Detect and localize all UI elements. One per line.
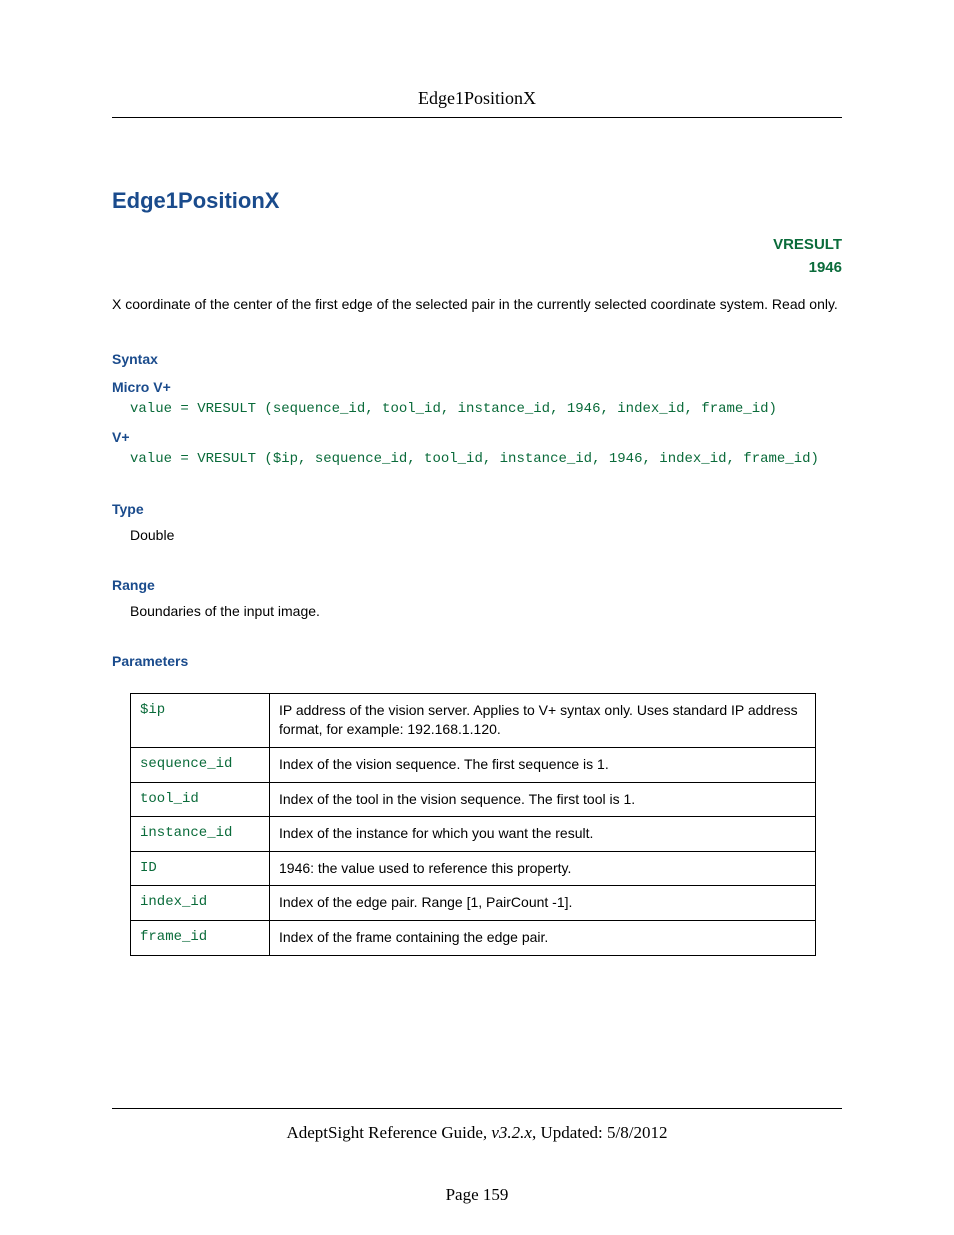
table-row: sequence_id Index of the vision sequence… <box>131 747 816 782</box>
range-value: Boundaries of the input image. <box>130 603 842 619</box>
footer-doc-title: AdeptSight Reference Guide <box>286 1123 482 1142</box>
page-footer: AdeptSight Reference Guide, v3.2.x, Upda… <box>112 1108 842 1205</box>
param-name: $ip <box>131 693 270 747</box>
param-desc: Index of the instance for which you want… <box>270 817 816 852</box>
footer-rule <box>112 1108 842 1109</box>
parameters-table: $ip IP address of the vision server. App… <box>130 693 816 956</box>
table-row: tool_id Index of the tool in the vision … <box>131 782 816 817</box>
footer-updated-date: 5/8/2012 <box>607 1123 667 1142</box>
type-heading: Type <box>112 501 842 517</box>
vplus-label: V+ <box>112 429 842 445</box>
micro-vplus-label: Micro V+ <box>112 379 842 395</box>
footer-version: , v3.2.x <box>483 1123 532 1142</box>
footer-page-number: 159 <box>483 1185 509 1204</box>
page-title: Edge1PositionX <box>112 188 279 214</box>
syntax-heading: Syntax <box>112 351 842 367</box>
param-desc: Index of the frame containing the edge p… <box>270 920 816 955</box>
badge-type: VRESULT <box>112 234 842 257</box>
title-row: Edge1PositionX <box>112 188 842 214</box>
param-desc: Index of the edge pair. Range [1, PairCo… <box>270 886 816 921</box>
footer-doc-info: AdeptSight Reference Guide, v3.2.x, Upda… <box>112 1123 842 1143</box>
description-text: X coordinate of the center of the first … <box>112 293 842 317</box>
running-header: Edge1PositionX <box>112 88 842 118</box>
param-name: tool_id <box>131 782 270 817</box>
param-name: frame_id <box>131 920 270 955</box>
badge-id: 1946 <box>112 257 842 280</box>
param-desc: Index of the vision sequence. The first … <box>270 747 816 782</box>
param-name: sequence_id <box>131 747 270 782</box>
table-row: ID 1946: the value used to reference thi… <box>131 851 816 886</box>
footer-updated-label: , Updated: <box>532 1123 607 1142</box>
micro-vplus-code: value = VRESULT (sequence_id, tool_id, i… <box>130 401 842 417</box>
result-badge: VRESULT 1946 <box>112 234 842 279</box>
table-row: $ip IP address of the vision server. App… <box>131 693 816 747</box>
table-row: index_id Index of the edge pair. Range [… <box>131 886 816 921</box>
parameters-heading: Parameters <box>112 653 842 669</box>
param-name: ID <box>131 851 270 886</box>
type-value: Double <box>130 527 842 543</box>
table-row: frame_id Index of the frame containing t… <box>131 920 816 955</box>
footer-page: Page 159 <box>112 1185 842 1205</box>
param-desc: IP address of the vision server. Applies… <box>270 693 816 747</box>
range-heading: Range <box>112 577 842 593</box>
param-name: instance_id <box>131 817 270 852</box>
param-desc: 1946: the value used to reference this p… <box>270 851 816 886</box>
param-name: index_id <box>131 886 270 921</box>
page: Edge1PositionX Edge1PositionX VRESULT 19… <box>0 0 954 1235</box>
vplus-code: value = VRESULT ($ip, sequence_id, tool_… <box>130 451 842 467</box>
table-row: instance_id Index of the instance for wh… <box>131 817 816 852</box>
param-desc: Index of the tool in the vision sequence… <box>270 782 816 817</box>
footer-page-label: Page <box>446 1185 483 1204</box>
